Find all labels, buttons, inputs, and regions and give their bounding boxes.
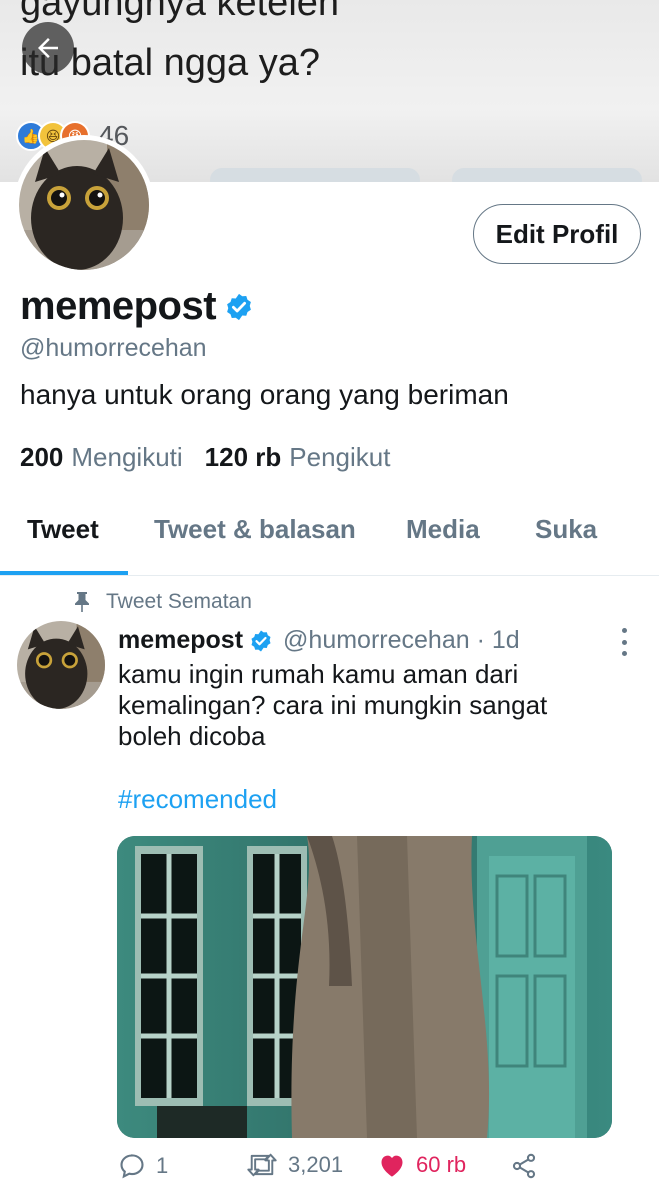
tab-tweet-replies[interactable]: Tweet & balasan [154,514,356,545]
retweet-button[interactable]: 3,201 [246,1152,343,1178]
pinned-tweet-label: Tweet Sematan [72,590,252,614]
tweet-actions: 1 3,201 60 rb [0,1148,659,1188]
tweet-text: kamu ingin rumah kamu aman dari kemaling… [118,659,548,751]
reply-button[interactable]: 1 [118,1152,168,1180]
verified-badge-icon [251,630,271,651]
followers-count[interactable]: 120 rb [205,442,282,473]
reply-icon [120,1154,144,1179]
cat-avatar-image [19,140,149,270]
tab-media[interactable]: Media [406,514,480,545]
display-name-text: memepost [20,284,217,328]
active-tab-indicator [0,571,128,575]
tweet-handle-time: @humorrecehan · 1d [283,626,520,654]
tab-tweet[interactable]: Tweet [27,514,99,545]
share-icon [512,1153,536,1179]
like-button[interactable]: 60 rb [378,1152,466,1178]
profile-stats: 200 Mengikuti 120 rb Pengikut [20,442,412,473]
tweet-header: memepost @humorrecehan · 1d [118,626,520,655]
edit-profile-button[interactable]: Edit Profil [473,204,641,264]
following-count[interactable]: 200 [20,442,63,473]
banner-chip [210,168,420,182]
more-options-icon[interactable] [612,628,636,656]
banner-text-line1: gayungnya ketelen [20,0,340,24]
pinned-label-text: Tweet Sematan [106,590,252,613]
following-label[interactable]: Mengikuti [71,442,182,473]
like-count: 60 rb [416,1152,467,1177]
pin-icon [75,592,89,612]
reply-count: 1 [156,1153,169,1178]
retweet-count: 3,201 [288,1152,344,1177]
share-button[interactable] [510,1152,548,1180]
tweet-media-image[interactable] [117,836,612,1138]
verified-badge-icon [227,293,251,320]
tweet-hashtag[interactable]: #recomended [118,784,277,815]
profile-bio: hanya untuk orang orang yang beriman [20,379,509,410]
retweet-icon [247,1153,277,1177]
profile-handle: @humorrecehan [20,334,207,362]
profile-tabs: Tweet Tweet & balasan Media Suka [0,500,659,576]
back-button[interactable] [22,22,74,74]
ghost-photo-image [117,836,612,1138]
arrow-left-icon [38,38,58,58]
profile-avatar[interactable] [14,135,154,275]
cat-avatar-image [17,621,105,709]
followers-label[interactable]: Pengikut [289,442,390,473]
heart-icon [381,1155,403,1177]
tab-likes[interactable]: Suka [535,514,597,545]
profile-display-name: memepost [20,284,254,329]
tweet-author-name[interactable]: memepost [118,626,243,655]
tweet-author-avatar[interactable] [17,621,105,709]
banner-chip [452,168,642,182]
